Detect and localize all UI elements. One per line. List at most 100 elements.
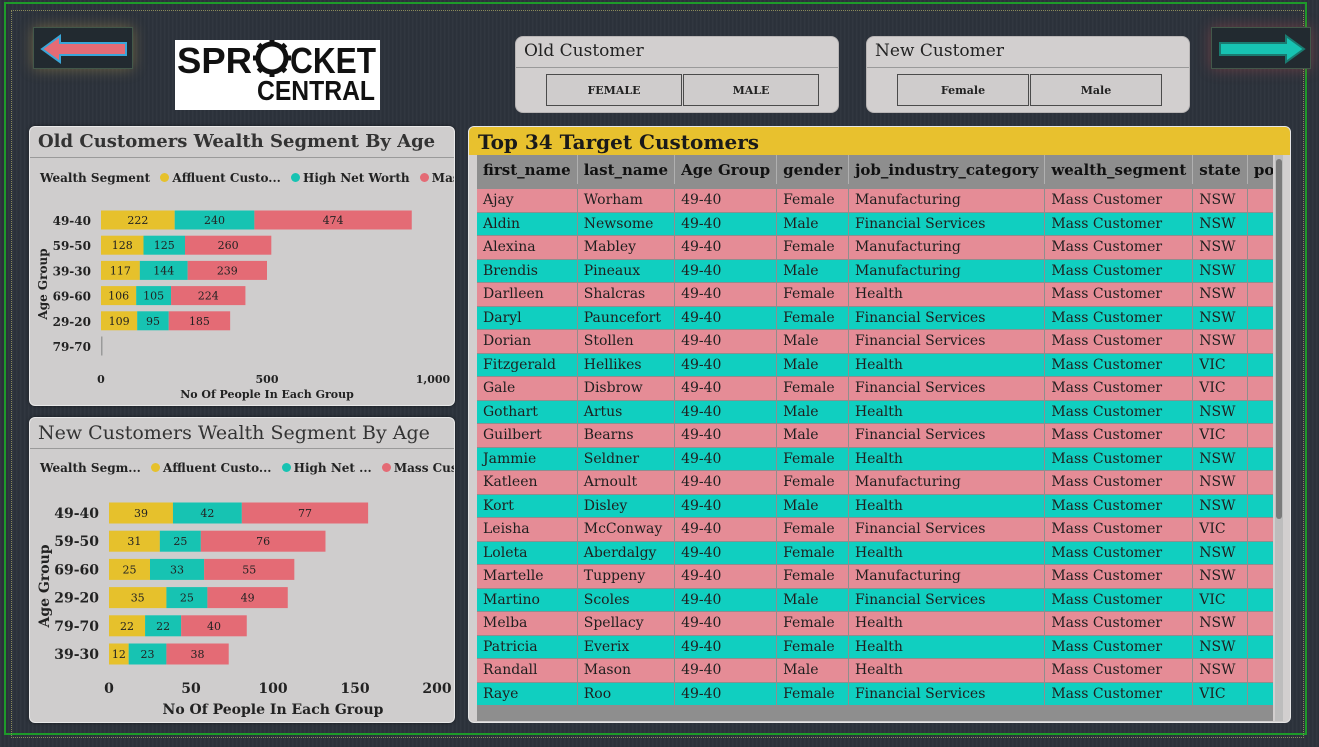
table-scroll-area[interactable]: first_name last_name Age Group gender job_in… [477,155,1273,721]
column-header[interactable]: Age Group [674,155,778,184]
table-cell: Stollen [577,329,676,354]
table-row[interactable]: Alexina Mabley 49-40 Female Manufacturing Mas… [477,235,1273,260]
table-cell: Financial Services [848,212,1046,236]
data-label: 77 [298,507,312,520]
table-row[interactable]: Leisha McConway 49-40 Female Financial Servi… [477,517,1273,542]
data-label: 95 [146,315,160,328]
table-cell: Male [776,259,849,283]
old-male-button[interactable]: MALE [683,74,819,106]
table-cell: VIC [1192,376,1248,401]
category-label: 79-70 [54,619,99,635]
new-female-button[interactable]: Female [897,74,1029,106]
scroll-thumb[interactable] [1276,159,1282,519]
table-row[interactable]: Randall Mason 49-40 Male Health Mass Customer… [477,658,1273,683]
legend-title: Wealth Segment [40,171,151,185]
column-header[interactable]: job_industry_category [848,155,1046,184]
category-label: 69-60 [54,562,99,578]
divider [30,448,454,449]
table-row[interactable]: Martelle Tuppeny 49-40 Female Manufacturing M… [477,564,1273,589]
table-row[interactable]: Brendis Pineaux 49-40 Male Manufacturing Mass… [477,259,1273,283]
table-row[interactable]: Darlleen Shalcras 49-40 Female Health Mass Cu… [477,282,1273,307]
table-cell: NSW [1192,235,1248,260]
data-label: 25 [180,592,194,605]
table-row[interactable]: Kort Disley 49-40 Male Health Mass Customer NS… [477,494,1273,518]
column-header[interactable]: wealth_segment [1044,155,1194,184]
legend-item-affluent[interactable]: Affluent Custo... [172,171,280,185]
table-cell: NSW [1192,259,1248,283]
column-header[interactable]: postcode [1247,155,1273,184]
table-cell: NSW [1192,494,1248,518]
table-cell: Mass Customer [1044,541,1194,565]
table-row[interactable]: Raye Roo 49-40 Female Financial Services Mass… [477,682,1273,706]
table-cell: McConway [577,517,676,542]
column-header[interactable]: gender [776,155,849,184]
table-cell: Mass Customer [1044,658,1194,683]
table-cell: 49-40 [674,212,778,236]
arrow-right-icon [1219,34,1306,64]
table-scrollbar[interactable] [1275,155,1283,721]
table-cell: Male [776,212,849,236]
table-cell: NSW [1192,564,1248,589]
column-header[interactable]: state [1192,155,1248,184]
forward-arrow-button[interactable] [1211,27,1311,69]
table-row[interactable]: Guilbert Bearns 49-40 Male Financial Service… [477,423,1273,448]
table-cell: 49-40 [674,235,778,260]
chart-title: New Customers Wealth Segment By Age [38,422,430,444]
legend-item-high-net-worth[interactable]: High Net Worth [303,171,410,185]
table-cell: 2570 [1247,658,1273,683]
table-cell: 2263 [1247,635,1273,659]
table-row[interactable]: Katleen Arnoult 49-40 Female Manufacturing Ma… [477,470,1273,495]
table-cell: Dorian [477,329,578,354]
back-arrow-button[interactable] [33,27,133,69]
table-cell: 49-40 [674,329,778,354]
divider [516,67,838,68]
legend-item-mass[interactable]: Mass Custo... [394,461,454,475]
table-row[interactable]: Daryl Pauncefort 49-40 Female Financial Serv… [477,306,1273,330]
table-cell: 3046 [1247,682,1273,706]
column-header[interactable]: first_name [477,155,578,184]
table-row[interactable]: Martino Scoles 49-40 Male Financial Services… [477,588,1273,612]
legend-item-high-net-worth[interactable]: High Net ... [294,461,372,475]
data-label: 185 [189,315,210,328]
table-row[interactable]: Melba Spellacy 49-40 Female Health Mass Custo… [477,611,1273,636]
x-axis-label: No Of People In Each Group [180,388,354,401]
legend-item-affluent[interactable]: Affluent Custo... [163,461,271,475]
table-row[interactable]: Aldin Newsome 49-40 Male Financial Services M… [477,212,1273,236]
table-row[interactable]: Gothart Artus 49-40 Male Health Mass Customer… [477,400,1273,424]
table-row[interactable]: Patricia Everix 49-40 Female Health Mass Cust… [477,635,1273,659]
table-cell: VIC [1192,517,1248,542]
table-cell: VIC [1192,353,1248,377]
table-row[interactable]: Fitzgerald Hellikes 49-40 Male Health Mass Cu… [477,353,1273,377]
table-header-bar: Top 34 Target Customers [469,127,1290,155]
legend-item-mass[interactable]: Mass Custo... [432,171,454,185]
table-cell: 49-40 [674,400,778,424]
table-row[interactable]: Ajay Worham 49-40 Female Manufacturing Mass C… [477,189,1273,213]
data-label: 117 [110,264,131,277]
table-cell: VIC [1192,423,1248,448]
table-cell: Raye [477,682,578,706]
table-cell: 2287 [1247,541,1273,565]
table-cell: Health [848,494,1046,518]
table-cell: Female [776,306,849,330]
category-label: 79-70 [53,340,91,354]
new-male-button[interactable]: Male [1030,74,1162,106]
old-female-button[interactable]: FEMALE [546,74,682,106]
data-label: 128 [112,239,133,252]
table-row[interactable]: Loleta Aberdalgy 49-40 Female Health Mass Cus… [477,541,1273,565]
table-cell: Female [776,282,849,307]
data-label: 76 [256,535,270,548]
column-header[interactable]: last_name [577,155,676,184]
svg-text:SPR: SPR [177,40,252,81]
table-row[interactable]: Jammie Seldner 49-40 Female Health Mass Custo… [477,447,1273,471]
table-cell: Leisha [477,517,578,542]
table-cell: Tuppeny [577,564,676,589]
table-cell: 49-40 [674,282,778,307]
table-cell: Seldner [577,447,676,471]
table-cell: Mass Customer [1044,400,1194,424]
table-row[interactable]: Dorian Stollen 49-40 Male Financial Services… [477,329,1273,354]
table-row[interactable]: Gale Disbrow 49-40 Female Financial Services… [477,376,1273,401]
table-cell: NSW [1192,635,1248,659]
table-cell: Aldin [477,212,578,236]
chart-legend: Wealth Segm... Affluent Custo... High Ne… [40,461,454,475]
table-cell: 2160 [1247,494,1273,518]
